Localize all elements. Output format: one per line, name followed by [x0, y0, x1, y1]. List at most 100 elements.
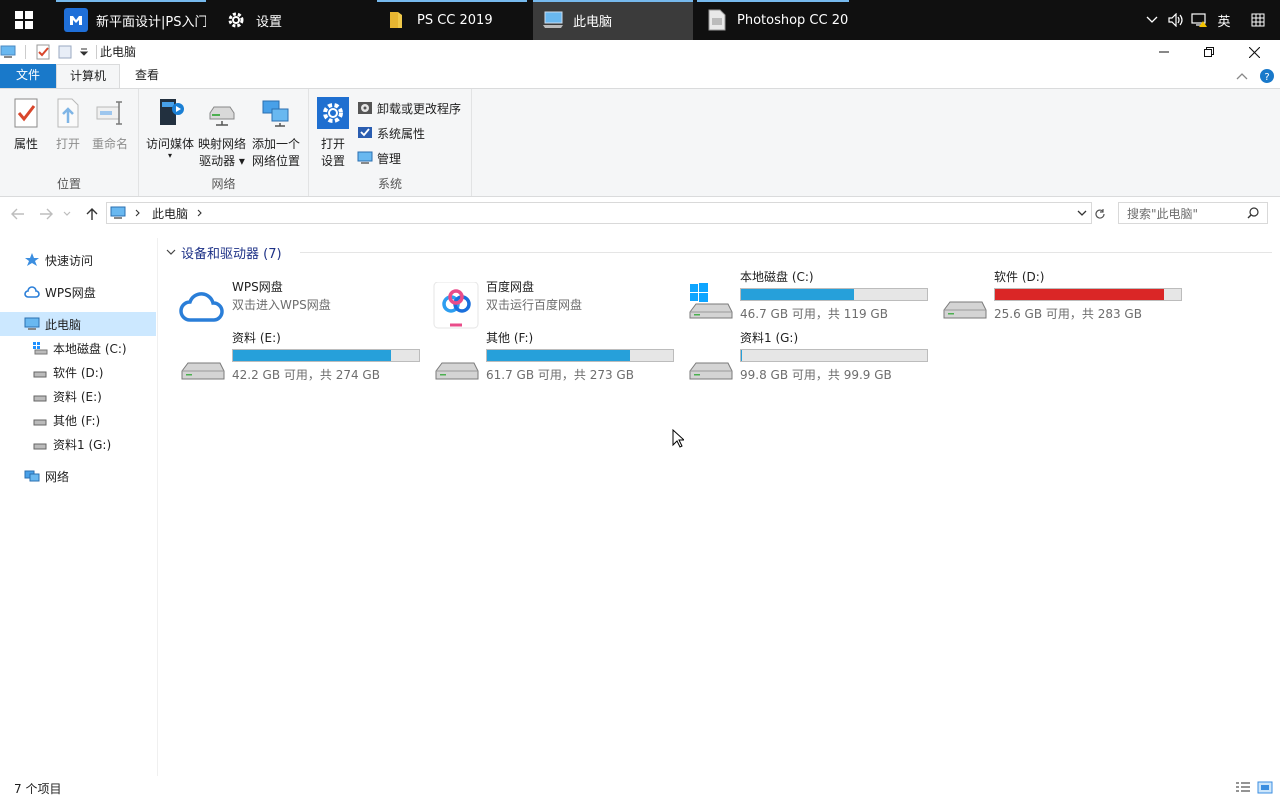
system-properties-icon — [358, 127, 372, 138]
nav-item-drive-f[interactable]: 其他 (F:) — [0, 408, 156, 432]
rename-button[interactable]: 重命名 — [85, 95, 135, 153]
this-pc-icon — [110, 206, 126, 219]
nav-item-label: 快速访问 — [45, 253, 94, 268]
network-status-icon[interactable] — [1188, 0, 1212, 40]
customize-qat-dropdown-icon[interactable] — [79, 44, 89, 60]
taskbar-app-settings[interactable]: 设置 — [216, 0, 366, 40]
collapse-ribbon-icon[interactable] — [1236, 72, 1248, 80]
cloud-icon — [24, 286, 40, 298]
baidu-cloud-icon — [433, 282, 479, 329]
tab-file[interactable]: 文件 — [0, 64, 56, 88]
item-drive-c[interactable]: 本地磁盘 (C:) 46.7 GB 可用，共 119 GB — [682, 268, 932, 324]
add-network-location-button[interactable]: 添加一个 网络位置 — [248, 95, 304, 170]
search-icon[interactable] — [1247, 207, 1259, 219]
item-capacity: 61.7 GB 可用，共 273 GB — [486, 368, 634, 382]
taskbar-app-this-pc[interactable]: 此电脑 — [533, 0, 693, 40]
restore-button[interactable] — [1186, 40, 1231, 64]
start-button[interactable] — [0, 0, 48, 40]
help-icon[interactable]: ? — [1260, 69, 1274, 83]
drive-icon — [181, 362, 225, 380]
manage-button[interactable]: 管理 — [357, 147, 401, 169]
drive-icon — [689, 362, 733, 380]
quick-access-toolbar — [0, 40, 101, 64]
close-button[interactable] — [1232, 40, 1277, 64]
tab-view[interactable]: 查看 — [122, 64, 172, 88]
details-view-icon[interactable] — [1235, 780, 1251, 796]
star-icon — [25, 253, 39, 266]
this-pc-icon — [0, 45, 16, 58]
address-row: 此电脑 搜索"此电脑" — [0, 198, 1280, 230]
item-drive-g[interactable]: 资料1 (G:) 99.8 GB 可用，共 99.9 GB — [682, 329, 932, 385]
properties-icon — [14, 98, 38, 128]
address-history-dropdown-icon[interactable] — [1077, 209, 1087, 217]
address-bar[interactable]: 此电脑 — [106, 202, 1092, 224]
open-icon — [57, 98, 79, 128]
taskbar-app-course[interactable]: 新平面设计|PS入门... — [56, 0, 206, 40]
chevron-right-icon[interactable] — [196, 209, 204, 217]
up-button[interactable] — [82, 204, 102, 224]
forward-button[interactable] — [36, 204, 56, 224]
volume-icon[interactable] — [1164, 0, 1188, 40]
taskbar-app-folder[interactable]: PS CC 2019 — [377, 0, 527, 40]
minimize-button[interactable] — [1141, 40, 1186, 64]
group-header-devices[interactable]: 设备和驱动器 (7) — [166, 242, 282, 262]
ime-indicator[interactable]: 英 — [1212, 0, 1236, 40]
back-button[interactable] — [8, 204, 28, 224]
taskbar-app-photoshop[interactable]: Photoshop CC 20... — [697, 0, 849, 40]
tray-chevron-up-icon[interactable] — [1140, 0, 1164, 40]
uninstall-icon — [358, 102, 372, 114]
group-label-network: 网络 — [211, 177, 236, 191]
recent-locations-button[interactable] — [60, 204, 74, 224]
dropdown-arrow-icon: ▾ — [167, 151, 172, 160]
item-wps-drive[interactable]: WPS网盘 双击进入WPS网盘 — [174, 276, 424, 332]
minimize-icon — [1158, 51, 1169, 53]
ribbon-tabs: 文件 计算机 查看 ? — [0, 64, 1280, 90]
nav-item-wps-drive[interactable]: WPS网盘 — [0, 280, 156, 304]
access-media-button[interactable]: 访问媒体 ▾ — [144, 95, 196, 160]
nav-item-label: 网络 — [45, 469, 70, 484]
item-drive-f[interactable]: 其他 (F:) 61.7 GB 可用，共 273 GB — [428, 329, 678, 385]
item-drive-d[interactable]: 软件 (D:) 25.6 GB 可用，共 283 GB — [936, 268, 1186, 324]
open-settings-button[interactable]: 打开 设置 — [309, 95, 357, 170]
nav-item-this-pc[interactable]: 此电脑 — [0, 312, 156, 336]
add-network-location-label-2: 网络位置 — [251, 154, 300, 168]
svg-text:?: ? — [1264, 72, 1269, 83]
system-properties-button[interactable]: 系统属性 — [357, 122, 425, 144]
nav-item-drive-d[interactable]: 软件 (D:) — [0, 360, 156, 384]
drive-usage-fill — [487, 350, 631, 361]
nav-item-drive-c[interactable]: 本地磁盘 (C:) — [0, 336, 156, 360]
chevron-right-icon[interactable] — [134, 209, 142, 217]
nav-item-drive-g[interactable]: 资料1 (G:) — [0, 432, 156, 456]
tab-computer[interactable]: 计算机 — [56, 64, 120, 90]
refresh-button[interactable] — [1090, 204, 1110, 224]
drive-usage-fill — [233, 350, 392, 361]
item-name: 资料 (E:) — [232, 331, 281, 345]
search-box[interactable]: 搜索"此电脑" — [1118, 202, 1268, 224]
window-title: 此电脑 — [100, 45, 137, 59]
item-capacity: 42.2 GB 可用，共 274 GB — [232, 368, 380, 382]
properties-icon[interactable] — [35, 44, 51, 60]
nav-item-network[interactable]: 网络 — [0, 464, 156, 488]
chevron-down-icon — [166, 249, 176, 255]
system-drive-icon — [33, 342, 48, 355]
windows-logo-icon — [15, 11, 33, 29]
nav-item-quick-access[interactable]: 快速访问 — [0, 248, 156, 272]
window-titlebar: 此电脑 — [0, 40, 1280, 64]
item-baidu-drive[interactable]: 百度网盘 双击运行百度网盘 — [428, 276, 678, 332]
ribbon: 属性 打开 重命名 位置 访问媒体 ▾ 映射网络 驱动器 ▾ 添加一个 网络位置… — [0, 88, 1280, 197]
ribbon-right-controls: ? — [1236, 64, 1280, 88]
item-name: 本地磁盘 (C:) — [740, 270, 814, 284]
uninstall-program-button[interactable]: 卸载或更改程序 — [357, 97, 461, 119]
nav-item-drive-e[interactable]: 资料 (E:) — [0, 384, 156, 408]
breadcrumb-this-pc[interactable]: 此电脑 — [152, 205, 188, 222]
taskbar-indicator — [533, 0, 693, 2]
new-folder-icon[interactable] — [57, 44, 73, 60]
map-network-drive-button[interactable]: 映射网络 驱动器 ▾ — [196, 95, 248, 170]
nav-item-label: 其他 (F:) — [53, 413, 101, 428]
status-bar: 7 个项目 — [0, 776, 1280, 800]
item-description: 双击进入WPS网盘 — [232, 298, 331, 312]
drive-usage-bar — [740, 349, 928, 362]
ime-mode-icon[interactable] — [1236, 0, 1280, 40]
item-drive-e[interactable]: 资料 (E:) 42.2 GB 可用，共 274 GB — [174, 329, 424, 385]
large-icons-view-icon[interactable] — [1257, 780, 1273, 796]
